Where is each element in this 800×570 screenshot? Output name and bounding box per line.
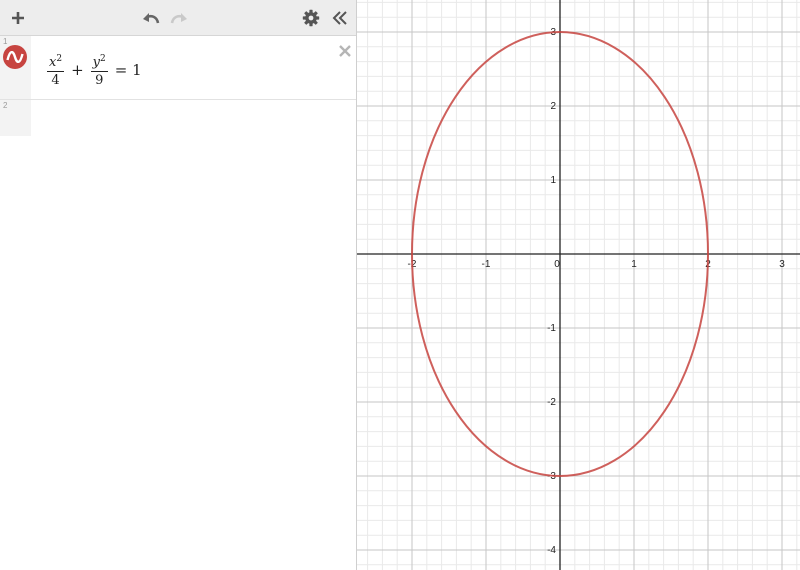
y-tick-label: -4: [547, 545, 556, 556]
graph-canvas[interactable]: -2 -1 0 1 2 3321-1-2-3-4: [357, 0, 800, 570]
add-item-button[interactable]: [4, 0, 32, 36]
delete-expression-button[interactable]: [336, 42, 354, 60]
fraction-y: y2 9: [90, 52, 108, 88]
y-tick-label: -1: [547, 323, 556, 334]
y-tick-label: 2: [550, 101, 556, 112]
expression-item[interactable]: 1 x2 4 + y2 9 = 1: [0, 36, 356, 100]
expression-gutter: 2: [0, 100, 31, 136]
gear-icon: [302, 9, 320, 27]
equation-rhs: = 1: [114, 61, 142, 79]
y-tick-label: -2: [547, 397, 556, 408]
plus-operator: +: [71, 61, 84, 79]
expression-item-empty[interactable]: 2: [0, 100, 356, 136]
exponent: 2: [100, 54, 106, 64]
collapse-panel-button[interactable]: [326, 0, 354, 36]
fraction-x: x2 4: [47, 52, 65, 88]
expression-gutter: 1: [0, 36, 31, 99]
x-tick-label: 1: [631, 259, 637, 270]
x-tick-label: 3: [779, 259, 785, 270]
settings-button[interactable]: [297, 0, 325, 36]
denominator: 9: [95, 73, 104, 88]
denominator: 4: [51, 73, 60, 88]
var-y: y: [92, 55, 101, 70]
exponent: 2: [56, 54, 63, 64]
graph-wave-icon[interactable]: [3, 45, 27, 69]
undo-button[interactable]: [138, 0, 164, 36]
major-grid: [357, 0, 800, 570]
x-tick-label: -1: [482, 259, 491, 270]
expression-index: 2: [3, 101, 8, 110]
expression-index: 1: [3, 37, 8, 46]
double-chevron-left-icon: [332, 11, 347, 25]
graph-paper[interactable]: -2 -1 0 1 2 3 3 2 1 -1 -2 -3 -4: [357, 0, 800, 570]
plus-icon: [12, 12, 24, 24]
graphing-calculator-app: 1 x2 4 + y2 9 = 1 2 -2 -1 0 1 2 3 3 2 1 …: [0, 0, 800, 570]
x-tick-label: 0: [554, 259, 560, 270]
redo-button[interactable]: [166, 0, 192, 36]
expression-math[interactable]: x2 4 + y2 9 = 1: [45, 48, 142, 92]
y-tick-label: 1: [550, 175, 556, 186]
expression-toolbar: [0, 0, 356, 36]
redo-icon: [170, 13, 187, 24]
minor-grid: [357, 0, 800, 570]
expression-panel: 1 x2 4 + y2 9 = 1 2: [0, 0, 357, 570]
undo-icon: [143, 13, 160, 24]
axes: [357, 0, 800, 570]
close-icon: [339, 45, 351, 57]
